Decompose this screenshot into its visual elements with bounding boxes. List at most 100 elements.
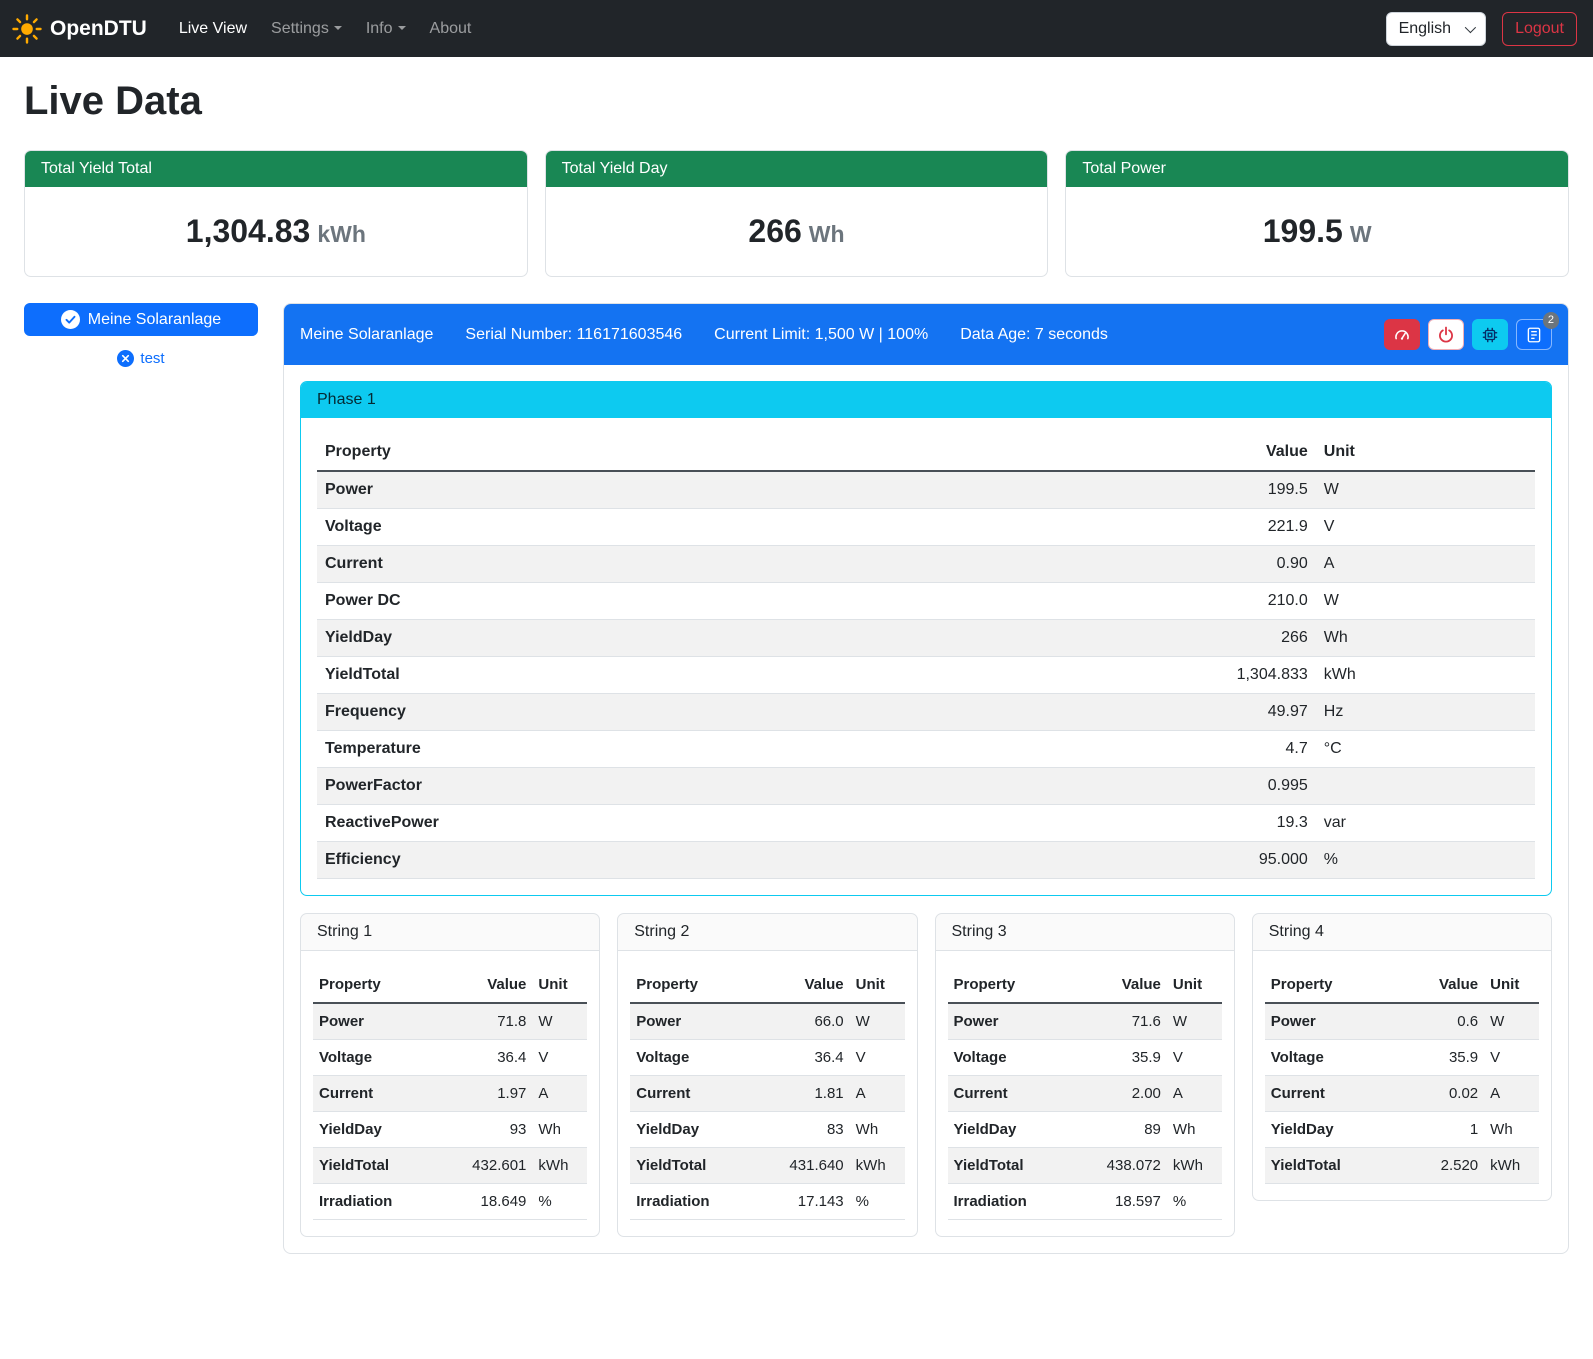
unit-cell: % bbox=[1167, 1184, 1222, 1220]
value-cell: 431.640 bbox=[773, 1148, 850, 1184]
phase-1-body: Property Value Unit Power199.5WVoltage22… bbox=[301, 418, 1551, 895]
check-circle-icon bbox=[61, 310, 80, 329]
inverter-name: Meine Solaranlage bbox=[300, 326, 433, 344]
logout-button[interactable]: Logout bbox=[1502, 12, 1577, 46]
string-1-card: String 1 Property Value Unit bbox=[300, 913, 600, 1237]
unit-cell: W bbox=[850, 1003, 905, 1040]
sidebar-item-test[interactable]: test bbox=[24, 350, 258, 367]
unit-cell: A bbox=[1316, 546, 1535, 583]
string-3-body: Property Value Unit Power71.6WVoltage35.… bbox=[936, 951, 1234, 1236]
page-container: Live Data Total Yield Total 1,304.83kWh … bbox=[0, 57, 1593, 1278]
unit-cell: A bbox=[532, 1076, 587, 1112]
device-info-button[interactable] bbox=[1472, 319, 1508, 350]
value-cell: 66.0 bbox=[773, 1003, 850, 1040]
table-header-row: Property Value Unit bbox=[630, 967, 904, 1003]
unit-cell: W bbox=[1484, 1003, 1539, 1040]
property-cell: YieldDay bbox=[630, 1112, 773, 1148]
string-1-table: Property Value Unit Power71.8WVoltage36.… bbox=[313, 967, 587, 1220]
property-cell: Power bbox=[313, 1003, 456, 1040]
unit-cell: % bbox=[532, 1184, 587, 1220]
table-row: Current1.97A bbox=[313, 1076, 587, 1112]
power-settings-button[interactable] bbox=[1428, 319, 1464, 350]
card-total-yield-day: Total Yield Day 266Wh bbox=[545, 150, 1049, 277]
property-cell: Irradiation bbox=[630, 1184, 773, 1220]
property-cell: Power bbox=[317, 471, 1145, 509]
table-row: Power71.6W bbox=[948, 1003, 1222, 1040]
table-row: Power0.6W bbox=[1265, 1003, 1539, 1040]
card-body: 266Wh bbox=[546, 187, 1048, 276]
table-row: YieldDay89Wh bbox=[948, 1112, 1222, 1148]
unit-cell: Wh bbox=[532, 1112, 587, 1148]
unit-cell: W bbox=[532, 1003, 587, 1040]
property-cell: Current bbox=[948, 1076, 1091, 1112]
table-row: PowerFactor0.995 bbox=[317, 768, 1535, 805]
value-cell: 438.072 bbox=[1090, 1148, 1167, 1184]
unit-cell: V bbox=[850, 1040, 905, 1076]
table-row: Power71.8W bbox=[313, 1003, 587, 1040]
table-row: Current1.81A bbox=[630, 1076, 904, 1112]
nav-item-live-view[interactable]: Live View bbox=[167, 12, 259, 46]
card-body: 199.5W bbox=[1066, 187, 1568, 276]
inverter-body: Phase 1 Property Value Unit Power199.5WV… bbox=[284, 365, 1568, 1253]
inverter-card: Meine Solaranlage Serial Number: 1161716… bbox=[283, 303, 1569, 1254]
phase-1-table: Property Value Unit Power199.5WVoltage22… bbox=[317, 434, 1535, 879]
property-cell: Voltage bbox=[317, 509, 1145, 546]
total-yield-day-value: 266 bbox=[748, 213, 801, 249]
value-cell: 18.649 bbox=[456, 1184, 533, 1220]
string-3-title: String 3 bbox=[936, 914, 1234, 951]
table-row: Power DC210.0W bbox=[317, 583, 1535, 620]
column-property: Property bbox=[1265, 967, 1408, 1003]
property-cell: Power DC bbox=[317, 583, 1145, 620]
journal-icon bbox=[1525, 326, 1543, 344]
unit-cell: Wh bbox=[850, 1112, 905, 1148]
unit-cell: kWh bbox=[1167, 1148, 1222, 1184]
limit-settings-button[interactable] bbox=[1384, 319, 1420, 350]
table-row: YieldTotal1,304.833kWh bbox=[317, 657, 1535, 694]
string-4-title: String 4 bbox=[1253, 914, 1551, 951]
brand[interactable]: OpenDTU bbox=[12, 14, 147, 44]
inverter-header-buttons: 2 bbox=[1384, 319, 1552, 350]
string-3-card: String 3 Property Value Unit bbox=[935, 913, 1235, 1237]
value-cell: 95.000 bbox=[1145, 842, 1316, 879]
x-circle-icon bbox=[117, 350, 134, 367]
language-value: English bbox=[1399, 20, 1451, 38]
table-row: Frequency49.97Hz bbox=[317, 694, 1535, 731]
phase-1-table-body: Power199.5WVoltage221.9VCurrent0.90APowe… bbox=[317, 471, 1535, 879]
sidebar-item-label: test bbox=[140, 350, 164, 367]
property-cell: Current bbox=[317, 546, 1145, 583]
table-row: Irradiation18.597% bbox=[948, 1184, 1222, 1220]
value-cell: 0.995 bbox=[1145, 768, 1316, 805]
nav-item-about[interactable]: About bbox=[418, 12, 484, 46]
value-cell: 93 bbox=[456, 1112, 533, 1148]
column-unit: Unit bbox=[1167, 967, 1222, 1003]
value-cell: 36.4 bbox=[456, 1040, 533, 1076]
sidebar-item-meine-solaranlage[interactable]: Meine Solaranlage bbox=[24, 303, 258, 336]
string-4-table-body: Power0.6WVoltage35.9VCurrent0.02AYieldDa… bbox=[1265, 1003, 1539, 1184]
nav-item-settings[interactable]: Settings bbox=[259, 12, 354, 46]
unit-cell: Wh bbox=[1167, 1112, 1222, 1148]
brand-label: OpenDTU bbox=[50, 17, 147, 41]
value-cell: 0.90 bbox=[1145, 546, 1316, 583]
power-icon bbox=[1437, 326, 1455, 344]
nav-item-info[interactable]: Info bbox=[354, 12, 418, 46]
table-row: Temperature4.7°C bbox=[317, 731, 1535, 768]
total-power-value: 199.5 bbox=[1263, 213, 1343, 249]
value-cell: 1,304.833 bbox=[1145, 657, 1316, 694]
value-cell: 1.97 bbox=[456, 1076, 533, 1112]
column-value: Value bbox=[1145, 434, 1316, 471]
string-2-table: Property Value Unit Power66.0WVoltage36.… bbox=[630, 967, 904, 1220]
value-cell: 1 bbox=[1407, 1112, 1484, 1148]
card-header: Total Yield Total bbox=[25, 151, 527, 187]
event-log-button[interactable]: 2 bbox=[1516, 319, 1552, 350]
language-select[interactable]: English bbox=[1386, 12, 1486, 46]
unit-cell: V bbox=[1484, 1040, 1539, 1076]
value-cell: 35.9 bbox=[1407, 1040, 1484, 1076]
table-row: Voltage221.9V bbox=[317, 509, 1535, 546]
string-4-card: String 4 Property Value Unit bbox=[1252, 913, 1552, 1201]
column-unit: Unit bbox=[532, 967, 587, 1003]
unit-cell: kWh bbox=[850, 1148, 905, 1184]
unit-cell: var bbox=[1316, 805, 1535, 842]
unit-cell bbox=[1316, 768, 1535, 805]
table-row: Power66.0W bbox=[630, 1003, 904, 1040]
value-cell: 89 bbox=[1090, 1112, 1167, 1148]
